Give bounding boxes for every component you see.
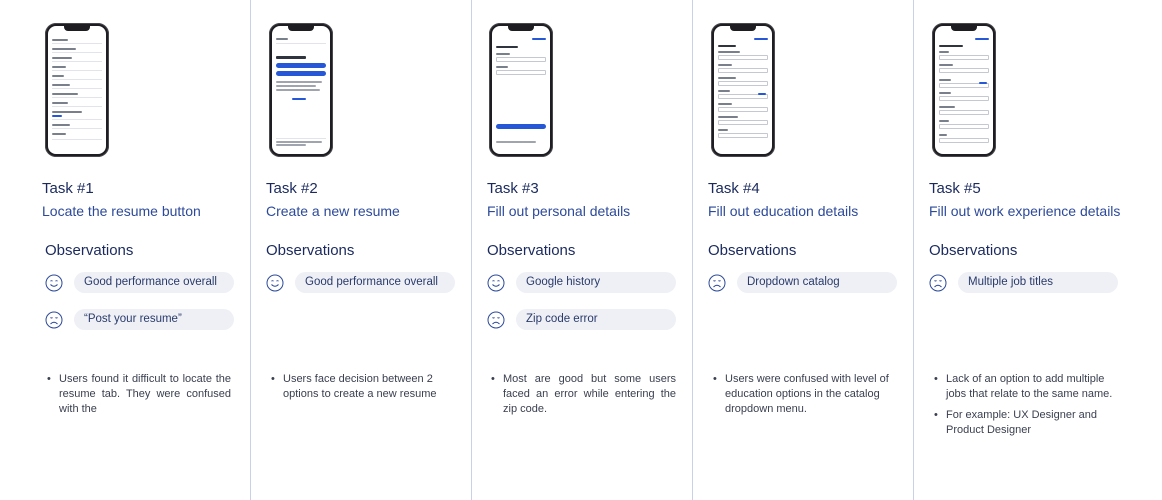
- smiley-face-icon: [45, 274, 63, 292]
- task-title: Locate the resume button: [42, 203, 201, 219]
- task-column-3: Task #3 Fill out personal details Observ…: [472, 0, 692, 500]
- observation-pill: Good performance overall: [295, 272, 455, 293]
- observations-heading: Observations: [487, 242, 576, 259]
- task-title: Fill out personal details: [487, 203, 631, 219]
- task-column-4: Task #4 Fill out education details Obser…: [693, 0, 913, 500]
- notes-list: Lack of an option to add multiple jobs t…: [934, 372, 1118, 444]
- frowning-face-icon: [708, 274, 726, 292]
- task-column-2: Task #2 Create a new resume Observations…: [251, 0, 471, 500]
- note-item: Lack of an option to add multiple jobs t…: [934, 372, 1118, 402]
- observations-heading: Observations: [708, 242, 797, 259]
- smiley-face-icon: [487, 274, 505, 292]
- phone-mockup: [489, 23, 553, 157]
- phone-screen: [272, 26, 330, 154]
- phone-mockup: [711, 23, 775, 157]
- note-item: Users face decision between 2 options to…: [271, 372, 455, 402]
- note-item: For example: UX Designer and Product Des…: [934, 408, 1118, 438]
- observation-pill: Zip code error: [516, 309, 676, 330]
- task-title: Fill out work experience details: [929, 203, 1121, 219]
- notes-list: Users were confused with level of educat…: [713, 372, 897, 423]
- observations-heading: Observations: [45, 242, 134, 259]
- frowning-face-icon: [45, 311, 63, 329]
- notes-list: Most are good but some users faced an er…: [491, 372, 676, 423]
- phone-screen: [935, 26, 993, 154]
- note-item: Most are good but some users faced an er…: [491, 372, 676, 417]
- task-column-5: Task #5 Fill out work experience details…: [914, 0, 1162, 500]
- frowning-face-icon: [929, 274, 947, 292]
- task-number: Task #4: [708, 180, 760, 197]
- observations-heading: Observations: [266, 242, 355, 259]
- smiley-face-icon: [266, 274, 284, 292]
- observation-pill: Good performance overall: [74, 272, 234, 293]
- note-item: Users were confused with level of educat…: [713, 372, 897, 417]
- frowning-face-icon: [487, 311, 505, 329]
- task-title: Fill out education details: [708, 203, 859, 219]
- observation-pill: Dropdown catalog: [737, 272, 897, 293]
- task-title: Create a new resume: [266, 203, 400, 219]
- phone-mockup: [269, 23, 333, 157]
- note-item: Users found it difficult to locate the r…: [47, 372, 231, 417]
- phone-screen: [492, 26, 550, 154]
- notes-list: Users face decision between 2 options to…: [271, 372, 455, 408]
- task-number: Task #2: [266, 180, 318, 197]
- phone-mockup: [932, 23, 996, 157]
- phone-screen: [714, 26, 772, 154]
- notes-list: Users found it difficult to locate the r…: [47, 372, 231, 423]
- phone-screen: [48, 26, 106, 154]
- task-column-1: Task #1 Locate the resume button Observa…: [0, 0, 250, 500]
- task-number: Task #5: [929, 180, 981, 197]
- observations-heading: Observations: [929, 242, 1018, 259]
- observation-pill: “Post your resume”: [74, 309, 234, 330]
- observation-pill: Google history: [516, 272, 676, 293]
- task-number: Task #3: [487, 180, 539, 197]
- observation-pill: Multiple job titles: [958, 272, 1118, 293]
- phone-mockup: [45, 23, 109, 157]
- task-number: Task #1: [42, 180, 94, 197]
